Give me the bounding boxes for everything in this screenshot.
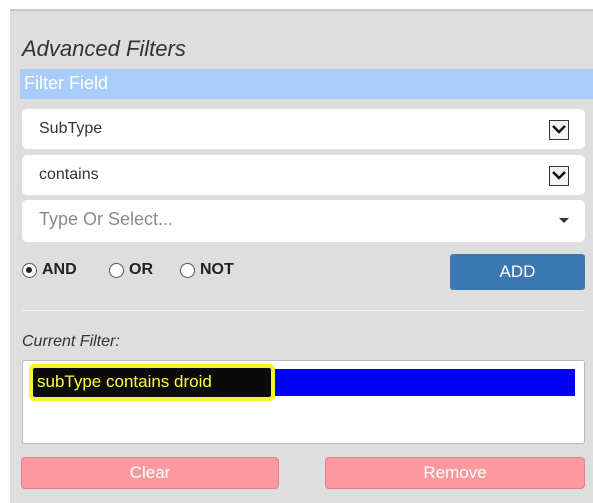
- chevron-down-icon[interactable]: [549, 120, 569, 140]
- current-filter-label: Current Filter:: [22, 333, 120, 350]
- operator-select[interactable]: contains: [22, 155, 585, 195]
- clear-button[interactable]: Clear: [21, 457, 279, 489]
- radio-icon[interactable]: [109, 262, 124, 278]
- field-select-value: SubType: [39, 120, 103, 137]
- radio-or-label: OR: [129, 261, 153, 278]
- divider: [22, 310, 585, 311]
- radio-or[interactable]: OR: [109, 261, 153, 279]
- remove-button[interactable]: Remove: [325, 457, 585, 489]
- current-filter-text: subType contains droid: [37, 372, 212, 391]
- radio-not-label: NOT: [200, 261, 234, 278]
- field-select[interactable]: SubType: [22, 109, 585, 149]
- filter-field-header: Filter Field: [20, 69, 593, 99]
- current-filter-list[interactable]: subType contains droid: [22, 360, 585, 444]
- chevron-down-icon[interactable]: [549, 166, 569, 186]
- panel-title: Advanced Filters: [22, 36, 186, 61]
- advanced-filters-panel: Advanced Filters Filter Field SubType co…: [10, 9, 593, 503]
- radio-icon[interactable]: [22, 262, 37, 278]
- add-button[interactable]: ADD: [450, 254, 585, 290]
- value-input[interactable]: Type Or Select...: [22, 200, 585, 242]
- current-filter-item[interactable]: subType contains droid: [33, 368, 575, 397]
- value-input-placeholder: Type Or Select...: [39, 209, 174, 229]
- caret-down-icon[interactable]: [559, 218, 569, 223]
- operator-select-value: contains: [39, 166, 99, 183]
- radio-and[interactable]: AND: [22, 261, 77, 279]
- radio-icon[interactable]: [180, 262, 195, 278]
- radio-not[interactable]: NOT: [180, 261, 234, 279]
- radio-and-label: AND: [42, 261, 77, 278]
